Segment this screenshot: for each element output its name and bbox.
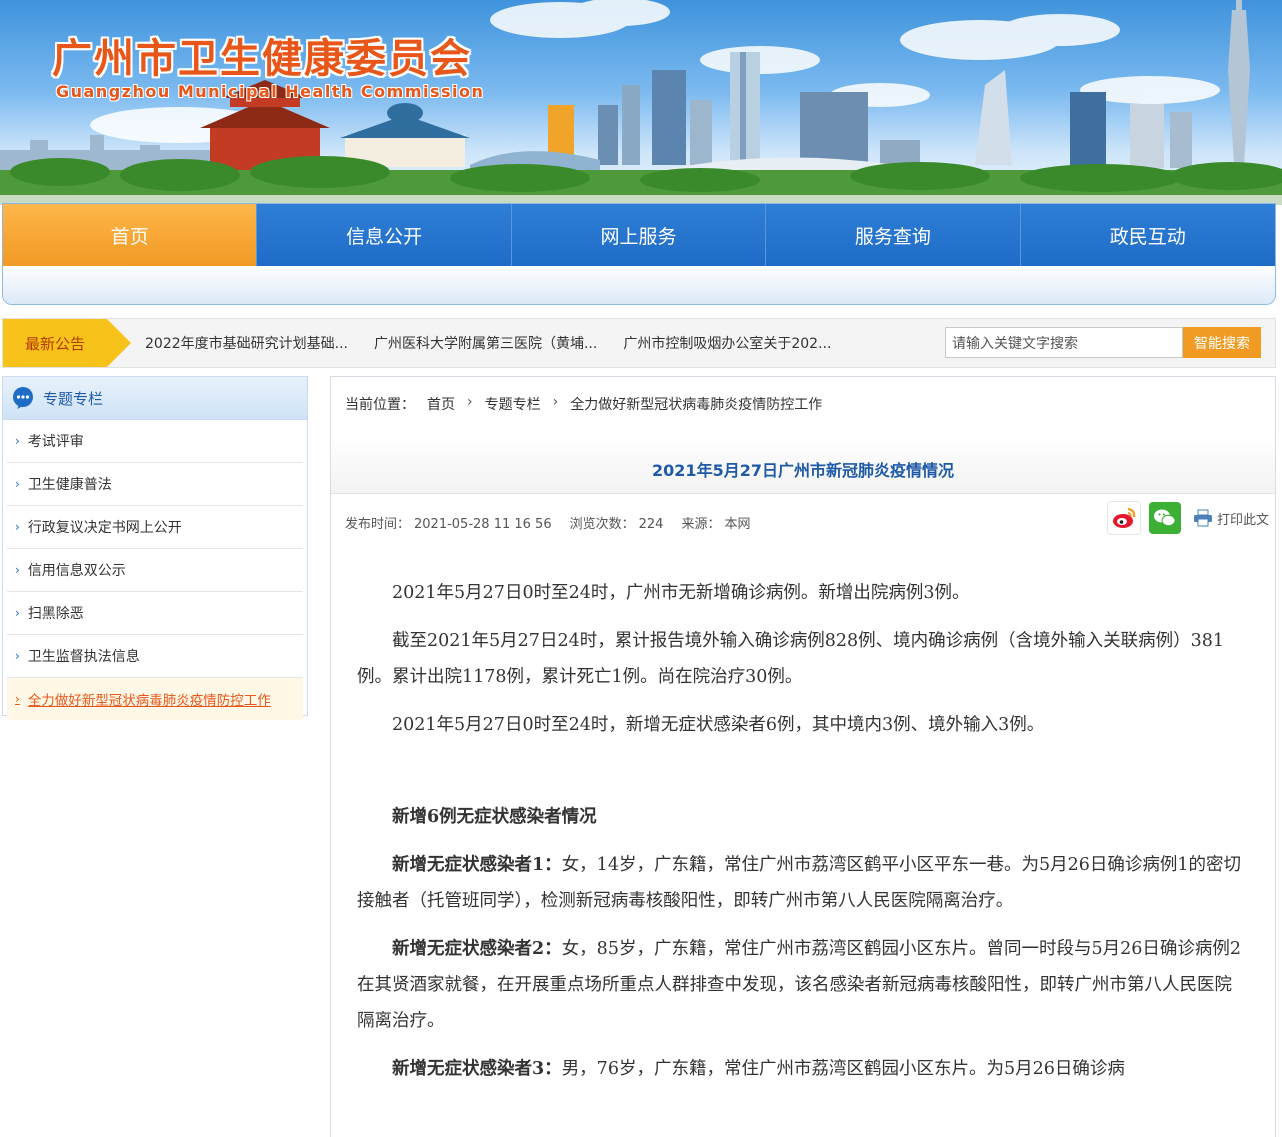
sidebar: 专题专栏 › 考试评审 › 卫生健康普法 › 行政复议决定书网上公开 › 信用信息双公示… (2, 376, 308, 720)
article-paragraph: 2021年5月27日0时至24时，广州市无新增确诊病例。新增出院病例3例。 (392, 583, 970, 603)
article-paragraph: 截至2021年5月27日24时，累计报告境外输入确诊病例828例、境内确诊病例（… (357, 631, 1225, 687)
wechat-share-button[interactable] (1149, 502, 1181, 534)
share-toolbar: 打印此文 (1107, 501, 1269, 535)
printer-icon (1194, 509, 1212, 527)
case-text: 男，76岁，广东籍，常住广州市荔湾区鹤园小区东片。为5月26日确诊病 (561, 1059, 1125, 1079)
notice-label: 最新公告 (3, 319, 107, 367)
sidebar-item-label: 卫生健康普法 (27, 477, 112, 493)
nav-item-online-services[interactable]: 网上服务 (512, 204, 767, 266)
case-label: 新增无症状感染者2： (392, 939, 562, 959)
sidebar-item-anti-crime[interactable]: › 扫黑除恶 (7, 592, 303, 635)
nav-item-home[interactable]: 首页 (3, 204, 258, 266)
sidebar-item-covid-prevention[interactable]: › 全力做好新型冠状病毒肺炎疫情防控工作 (7, 678, 303, 720)
article-title: 2021年5月27日广州市新冠肺炎疫情情况 (652, 461, 954, 480)
sidebar-item-label: 扫黑除恶 (27, 606, 84, 622)
nav-item-interaction[interactable]: 政民互动 (1021, 204, 1275, 266)
publish-time-value: 2021-05-28 11 16 56 (414, 517, 552, 532)
chat-bubble-icon (13, 387, 33, 409)
sidebar-item-credit-info[interactable]: › 信用信息双公示 (7, 549, 303, 592)
breadcrumb-home[interactable]: 首页 (427, 394, 455, 414)
case-paragraph: 新增无症状感染者1：女，14岁，广东籍，常住广州市荔湾区鹤平小区平东一巷。为5月… (357, 847, 1249, 919)
print-button[interactable]: 打印此文 (1193, 509, 1269, 528)
breadcrumb-current[interactable]: 全力做好新型冠状病毒肺炎疫情防控工作 (570, 394, 822, 414)
article-paragraph: 2021年5月27日0时至24时，新增无症状感染者6例，其中境内3例、境外输入3… (392, 715, 1045, 735)
chevron-right-icon: › (15, 692, 20, 706)
sidebar-header: 专题专栏 (3, 377, 307, 420)
chevron-right-icon: › (15, 520, 20, 534)
notice-list: 2022年度市基础研究计划基础... 广州医科大学附属第三医院（黄埔... 广州… (145, 319, 857, 367)
sidebar-item-supervision[interactable]: › 卫生监督执法信息 (7, 635, 303, 678)
sidebar-item-label: 全力做好新型冠状病毒肺炎疫情防控工作 (27, 693, 271, 709)
site-title: 广州市卫生健康委员会 (52, 35, 472, 82)
breadcrumb-prefix: 当前位置： (345, 397, 415, 413)
sidebar-item-label: 卫生监督执法信息 (27, 649, 140, 665)
weibo-icon (1113, 507, 1136, 528)
smart-search-button[interactable]: 智能搜索 (1183, 327, 1261, 358)
chevron-right-icon: › (15, 434, 20, 448)
nav-item-service-query[interactable]: 服务查询 (766, 204, 1021, 266)
view-count-value: 224 (638, 517, 664, 532)
wechat-icon (1154, 509, 1176, 527)
view-count-label: 浏览次数： (569, 517, 635, 532)
print-label: 打印此文 (1217, 512, 1270, 528)
notice-arrow-icon (107, 319, 131, 367)
notice-item[interactable]: 2022年度市基础研究计划基础... (145, 333, 348, 353)
sidebar-item-label: 行政复议决定书网上公开 (27, 520, 182, 536)
sub-nav-bar (3, 266, 1275, 304)
source-label: 来源： (681, 517, 721, 532)
chevron-right-icon: › (15, 477, 20, 491)
breadcrumb-special-topics[interactable]: 专题专栏 (485, 394, 541, 414)
case-label: 新增无症状感染者1： (392, 855, 562, 875)
source-value: 本网 (724, 517, 751, 532)
sidebar-item-health-law[interactable]: › 卫生健康普法 (7, 463, 303, 506)
article-panel: 当前位置： 首页 › 专题专栏 › 全力做好新型冠状病毒肺炎疫情防控工作 202… (330, 376, 1276, 1137)
article-meta: 发布时间： 2021-05-28 11 16 56 浏览次数： 224 来源： 本网 (345, 513, 750, 532)
site-subtitle: Guangzhou Municipal Health Commission (56, 82, 485, 101)
notice-item[interactable]: 广州市控制吸烟办公室关于202... (623, 333, 831, 353)
sidebar-item-label: 考试评审 (27, 434, 84, 450)
article-subheading: 新增6例无症状感染者情况 (392, 807, 597, 827)
notice-item[interactable]: 广州医科大学附属第三医院（黄埔... (374, 333, 597, 353)
search-input[interactable] (945, 327, 1183, 358)
sidebar-title: 专题专栏 (43, 389, 104, 408)
case-paragraph: 新增无症状感染者3：男，76岁，广东籍，常住广州市荔湾区鹤园小区东片。为5月26… (357, 1051, 1249, 1087)
sidebar-item-exam-review[interactable]: › 考试评审 (7, 420, 303, 463)
article-body: 2021年5月27日0时至24时，广州市无新增确诊病例。新增出院病例3例。 截至… (357, 575, 1249, 1099)
weibo-share-button[interactable] (1107, 501, 1141, 535)
case-paragraph: 新增无症状感染者2：女，85岁，广东籍，常住广州市荔湾区鹤园小区东片。曾同一时段… (357, 931, 1249, 1039)
main-nav-bar: 首页 信息公开 网上服务 服务查询 政民互动 (3, 204, 1275, 266)
notice-bar: 最新公告 2022年度市基础研究计划基础... 广州医科大学附属第三医院（黄埔.… (2, 318, 1276, 368)
main-nav: 首页 信息公开 网上服务 服务查询 政民互动 (2, 203, 1276, 305)
publish-time-label: 发布时间： (345, 517, 411, 532)
breadcrumb-separator-icon: › (552, 394, 559, 410)
chevron-right-icon: › (15, 563, 20, 577)
chevron-right-icon: › (15, 606, 20, 620)
case-label: 新增无症状感染者3： (392, 1059, 562, 1079)
sidebar-item-label: 信用信息双公示 (27, 563, 126, 579)
breadcrumb: 当前位置： 首页 › 专题专栏 › 全力做好新型冠状病毒肺炎疫情防控工作 (345, 394, 822, 414)
sidebar-item-admin-review[interactable]: › 行政复议决定书网上公开 (7, 506, 303, 549)
header-banner: 广州市卫生健康委员会 Guangzhou Municipal Health Co… (0, 0, 1282, 205)
breadcrumb-separator-icon: › (467, 394, 473, 410)
nav-item-info-disclosure[interactable]: 信息公开 (257, 204, 512, 266)
chevron-right-icon: › (15, 649, 20, 663)
